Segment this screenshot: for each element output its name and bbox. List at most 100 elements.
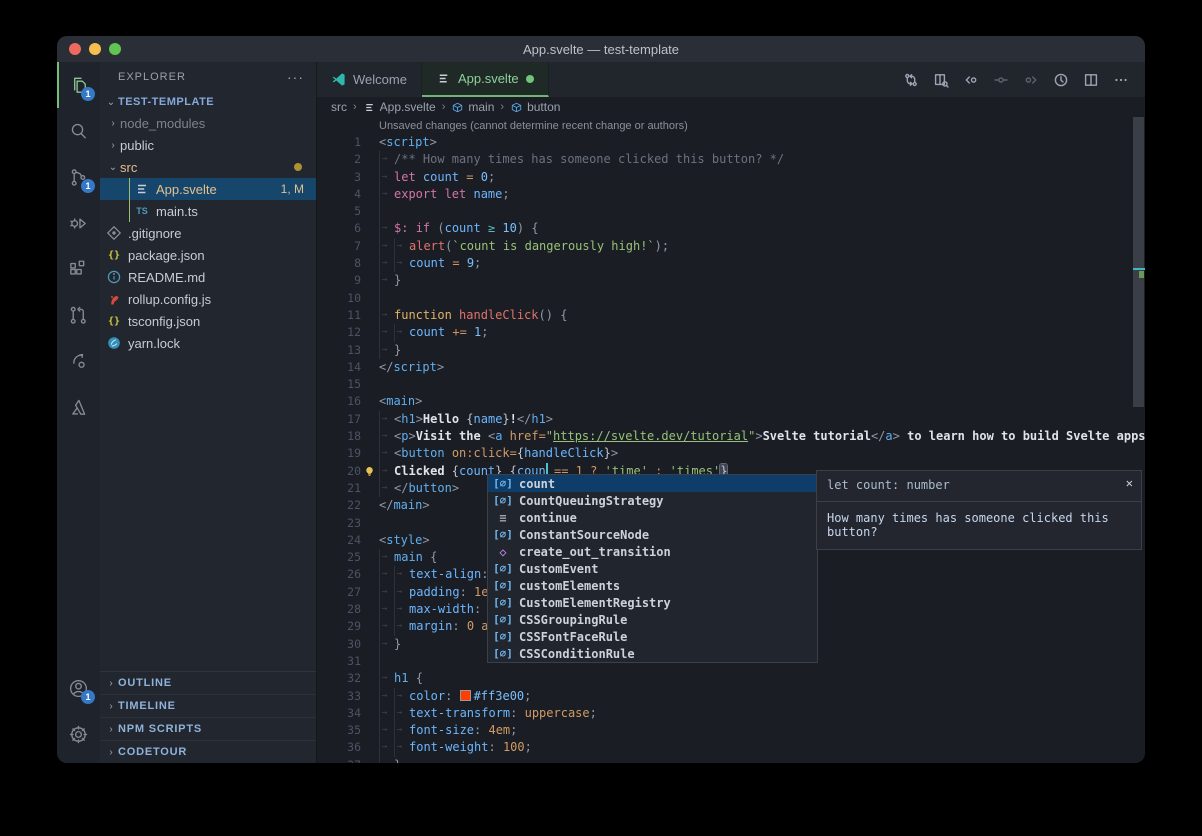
braces-file-icon: {} bbox=[106, 313, 122, 329]
token: 4em bbox=[488, 723, 510, 737]
tab-welcome[interactable]: Welcome bbox=[317, 62, 422, 97]
file-tree-item-tsconfig-json[interactable]: {}tsconfig.json bbox=[100, 310, 316, 332]
line-number: 15 bbox=[317, 376, 361, 393]
activity-source-control-button[interactable]: 1 bbox=[57, 154, 100, 200]
file-tree-item-node-modules[interactable]: ›node_modules bbox=[100, 112, 316, 134]
token: : bbox=[460, 585, 474, 599]
workspace-section-header[interactable]: ⌄ TEST-TEMPLATE bbox=[100, 92, 316, 112]
sidebar-panel-outline[interactable]: ›OUTLINE bbox=[100, 672, 316, 695]
sidebar-panels: ›OUTLINE›TIMELINE›NPM SCRIPTS›CODETOUR bbox=[100, 671, 316, 763]
token: { bbox=[416, 671, 423, 685]
code-line: 6→$: if (count ≥ 10) { bbox=[317, 220, 1145, 237]
breadcrumb-separator: › bbox=[500, 101, 504, 113]
suggestion-customevent[interactable]: [∅]CustomEvent bbox=[488, 560, 817, 577]
file-label: README.md bbox=[128, 270, 205, 285]
tab-whitespace: → bbox=[379, 428, 394, 445]
suggestion-continue[interactable]: ≡continue bbox=[488, 509, 817, 526]
suggestion-customelementregistry[interactable]: [∅]CustomElementRegistry bbox=[488, 594, 817, 611]
panel-label: TIMELINE bbox=[118, 700, 176, 712]
close-window-button[interactable] bbox=[69, 43, 81, 55]
line-number: 13 bbox=[317, 342, 361, 359]
file-tree-item-public[interactable]: ›public bbox=[100, 134, 316, 156]
file-tree-item-main-ts[interactable]: TSmain.ts bbox=[100, 200, 316, 222]
token: name bbox=[474, 412, 503, 426]
breadcrumb[interactable]: src›App.svelte›main›button bbox=[317, 97, 1145, 117]
line-number: 10 bbox=[317, 290, 361, 307]
chevron-down-icon: ⌄ bbox=[104, 97, 118, 108]
tab-app-svelte[interactable]: App.svelte bbox=[422, 62, 549, 97]
breadcrumb-item-button[interactable]: button bbox=[510, 100, 560, 114]
code-line: 16<main> bbox=[317, 393, 1145, 410]
activity-accounts-button[interactable]: 1 bbox=[57, 665, 100, 711]
token: count bbox=[409, 325, 452, 339]
suggestion-countqueuingstrategy[interactable]: [∅] CountQueuingStrategy bbox=[488, 492, 817, 509]
gutter bbox=[361, 376, 379, 393]
file-tree-item-rollup-config-js[interactable]: rollup.config.js bbox=[100, 288, 316, 310]
activity-settings-button[interactable] bbox=[57, 711, 100, 757]
activity-azure-button[interactable] bbox=[57, 384, 100, 430]
activity-search-button[interactable] bbox=[57, 108, 100, 154]
activity-explorer-button[interactable]: 1 bbox=[57, 62, 100, 108]
close-icon[interactable]: ✕ bbox=[1126, 476, 1133, 490]
ts-file-icon: TS bbox=[134, 203, 150, 219]
gutter bbox=[361, 497, 379, 514]
activity-github-pull-request-button[interactable] bbox=[57, 292, 100, 338]
file-tree-item--gitignore[interactable]: .gitignore bbox=[100, 222, 316, 244]
activity-run-debug-button[interactable] bbox=[57, 200, 100, 246]
activity-live-share-button[interactable] bbox=[57, 338, 100, 384]
suggestion-customelements[interactable]: [∅]customElements bbox=[488, 577, 817, 594]
compare-changes-button[interactable] bbox=[899, 68, 923, 92]
title-bar[interactable]: App.svelte — test-template bbox=[57, 36, 1145, 62]
zoom-window-button[interactable] bbox=[109, 43, 121, 55]
suggestion-constantsourcenode[interactable]: [∅]ConstantSourceNode bbox=[488, 526, 817, 543]
tab-whitespace: → bbox=[394, 705, 409, 722]
breadcrumb-item-src[interactable]: src bbox=[331, 100, 347, 114]
activity-extensions-button[interactable] bbox=[57, 246, 100, 292]
vscode-window: App.svelte — test-template 1 1 1 EXPLORER… bbox=[57, 36, 1145, 763]
line-content: <main> bbox=[379, 393, 1145, 410]
lightbulb-icon[interactable] bbox=[361, 463, 379, 480]
suggestion-cssconditionrule[interactable]: [∅]CSSConditionRule bbox=[488, 645, 817, 662]
suggestion-create_out_transition[interactable]: ◇create_out_transition bbox=[488, 543, 817, 560]
breadcrumb-separator: › bbox=[442, 101, 446, 113]
explorer-more-actions-button[interactable]: ··· bbox=[287, 69, 304, 85]
sidebar-panel-npm-scripts[interactable]: ›NPM SCRIPTS bbox=[100, 718, 316, 741]
current-change-button[interactable] bbox=[989, 68, 1013, 92]
token: 0 bbox=[481, 170, 488, 184]
code-editor[interactable]: Unsaved changes (cannot determine recent… bbox=[317, 117, 1145, 763]
token: Hello bbox=[423, 412, 466, 426]
file-tree-item-package-json[interactable]: {}package.json bbox=[100, 244, 316, 266]
line-number: 32 bbox=[317, 670, 361, 687]
suggestion-label: count bbox=[519, 477, 555, 491]
sidebar-panel-codetour[interactable]: ›CODETOUR bbox=[100, 741, 316, 763]
next-change-button[interactable] bbox=[1019, 68, 1043, 92]
file-tree-item-yarn-lock[interactable]: yarn.lock bbox=[100, 332, 316, 354]
line-content: <script> bbox=[379, 134, 1145, 151]
token: Svelte tutorial bbox=[763, 429, 871, 443]
open-timeline-button[interactable] bbox=[1049, 68, 1073, 92]
file-tree-item-app-svelte[interactable]: App.svelte1, M bbox=[100, 178, 316, 200]
suggestion-cssgroupingrule[interactable]: [∅]CSSGroupingRule bbox=[488, 611, 817, 628]
sidebar-panel-timeline[interactable]: ›TIMELINE bbox=[100, 695, 316, 718]
line-content bbox=[379, 290, 1145, 307]
minimize-window-button[interactable] bbox=[89, 43, 101, 55]
breadcrumb-item-app-svelte[interactable]: App.svelte bbox=[363, 100, 436, 114]
suggestion-cssfontfacerule[interactable]: [∅]CSSFontFaceRule bbox=[488, 628, 817, 645]
file-tree-item-readme-md[interactable]: README.md bbox=[100, 266, 316, 288]
gutter bbox=[361, 532, 379, 549]
tree-indent-guide bbox=[129, 200, 130, 222]
file-tree-item-src[interactable]: ⌄src bbox=[100, 156, 316, 178]
code-line: 34→→text-transform: uppercase; bbox=[317, 705, 1145, 722]
token: </ bbox=[517, 412, 531, 426]
suggestion-label: CountQueuingStrategy bbox=[519, 494, 664, 508]
symbol-variable-icon: [∅] bbox=[492, 494, 514, 507]
editor-scrollbar[interactable] bbox=[1133, 117, 1144, 407]
tab-whitespace: → bbox=[379, 411, 394, 428]
breadcrumb-item-main[interactable]: main bbox=[451, 100, 494, 114]
more-actions-button[interactable] bbox=[1109, 68, 1133, 92]
sidebar-title: EXPLORER bbox=[118, 71, 287, 83]
split-editor-button[interactable] bbox=[1079, 68, 1103, 92]
suggestion-count[interactable]: [∅]count bbox=[488, 475, 817, 492]
previous-change-button[interactable] bbox=[959, 68, 983, 92]
open-changes-editor-button[interactable] bbox=[929, 68, 953, 92]
